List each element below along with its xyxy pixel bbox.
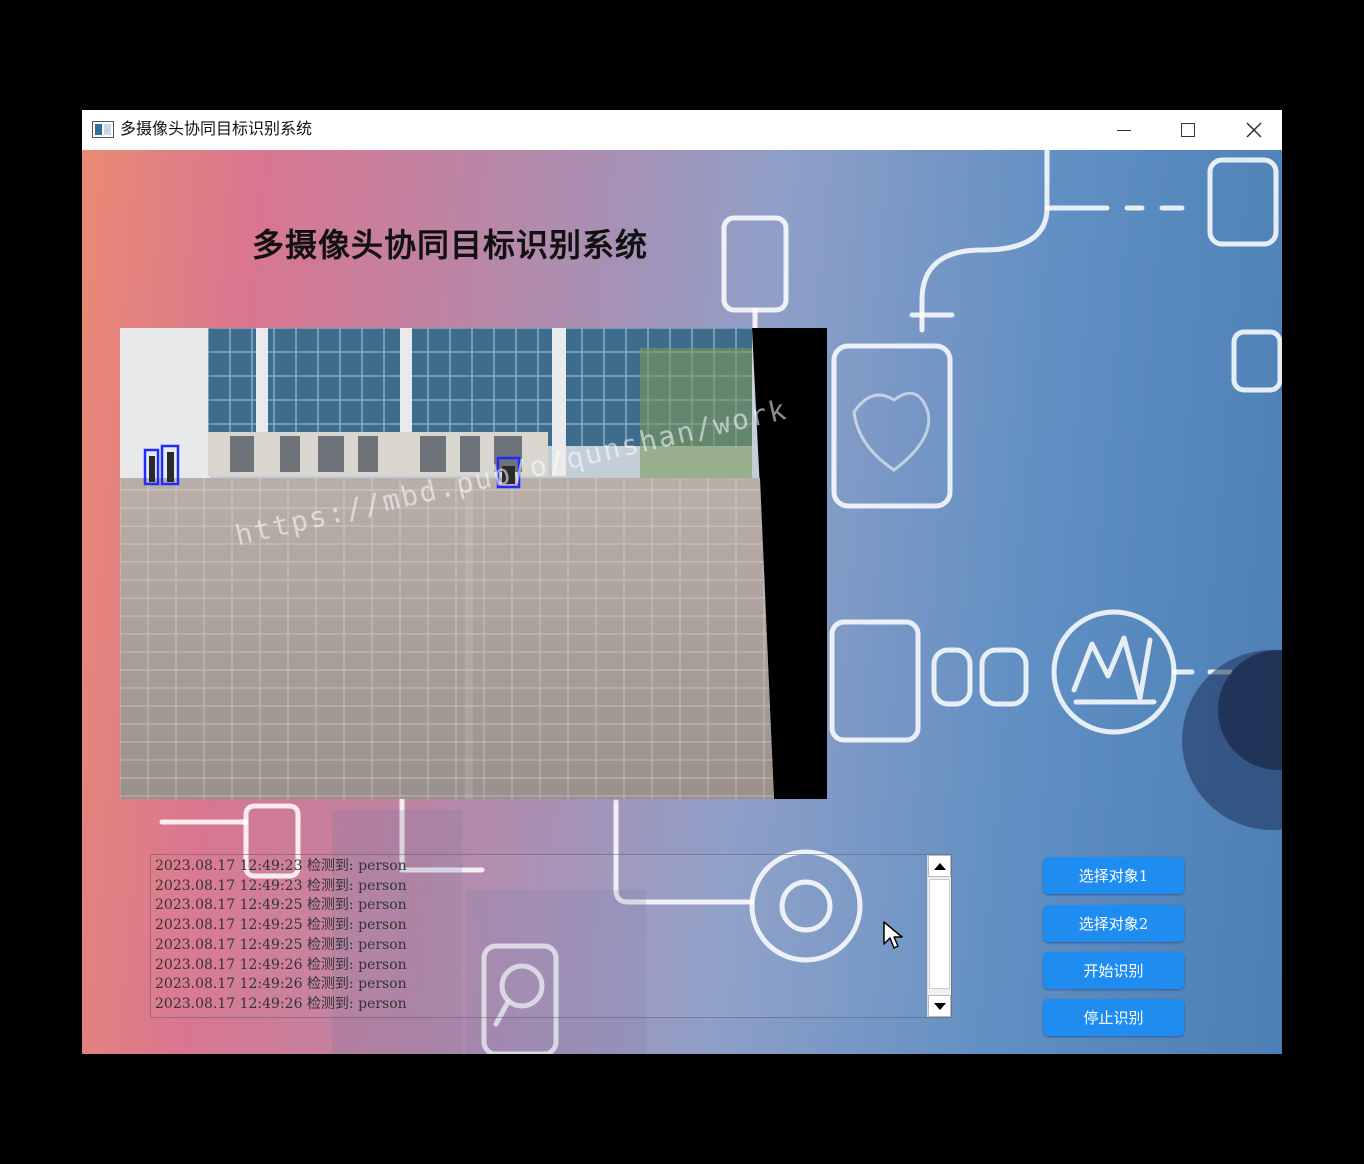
select-object-1-button[interactable]: 选择对象1: [1043, 857, 1184, 894]
log-entry: 2023.08.17 12:49:25 检测到: person: [155, 936, 407, 953]
camera-feed: [120, 328, 827, 799]
scroll-down-button[interactable]: [928, 995, 951, 1017]
arrow-up-icon: [933, 862, 946, 870]
mouse-cursor-icon: [883, 921, 903, 949]
close-button[interactable]: [1222, 110, 1282, 150]
log-entry: 2023.08.17 12:49:26 检测到: person: [155, 956, 407, 973]
log-entry: 2023.08.17 12:49:26 检测到: person: [155, 976, 407, 993]
log-entry: 2023.08.17 12:49:23 检测到: person: [155, 858, 407, 874]
maximize-icon: [1181, 123, 1195, 137]
app-icon: [92, 121, 114, 138]
title-bar[interactable]: 多摄像头协同目标识别系统: [82, 110, 1282, 150]
log-entry: 2023.08.17 12:49:23 检测到: person: [155, 877, 407, 894]
log-scrollbar[interactable]: [927, 855, 951, 1017]
app-window: 多摄像头协同目标识别系统 多摄像头协同目标识别系统 https://mbd.pu…: [82, 110, 1282, 1054]
page-title: 多摄像头协同目标识别系统: [252, 226, 649, 264]
maximize-button[interactable]: [1156, 110, 1220, 150]
minimize-icon: [1117, 129, 1131, 131]
log-entry: 2023.08.17 12:49:25 检测到: person: [155, 897, 407, 914]
window-title: 多摄像头协同目标识别系统: [120, 119, 313, 138]
main-area: 多摄像头协同目标识别系统 https://mbd.pub/o/qunshan/w…: [82, 150, 1282, 1054]
scroll-up-button[interactable]: [928, 855, 951, 877]
minimize-button[interactable]: [1092, 110, 1156, 150]
select-object-2-button[interactable]: 选择对象2: [1043, 905, 1184, 942]
scroll-thumb[interactable]: [929, 879, 950, 989]
arrow-down-icon: [933, 1002, 946, 1010]
log-entry: 2023.08.17 12:49:25 检测到: person: [155, 917, 407, 934]
start-recognition-button[interactable]: 开始识别: [1043, 952, 1184, 989]
close-icon: [1246, 122, 1262, 138]
detection-log[interactable]: 2023.08.17 12:49:23 检测到: person 2023.08.…: [150, 854, 952, 1018]
log-entry: 2023.08.17 12:49:26 检测到: person: [155, 995, 407, 1012]
log-list: 2023.08.17 12:49:23 检测到: person 2023.08.…: [155, 857, 925, 1015]
camera-view: [120, 328, 827, 799]
stop-recognition-button[interactable]: 停止识别: [1043, 999, 1184, 1036]
